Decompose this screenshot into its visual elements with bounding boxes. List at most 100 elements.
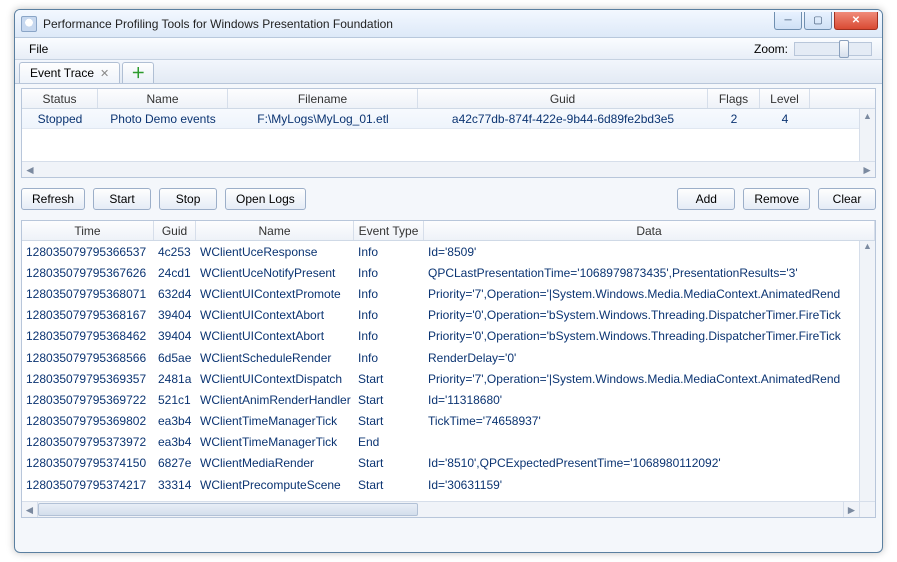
event-data: RenderDelay='0' — [424, 351, 859, 365]
app-icon — [21, 16, 37, 32]
event-guid: 632d4 — [154, 287, 196, 301]
event-type: Start — [354, 456, 424, 470]
event-type: Info — [354, 245, 424, 259]
event-data: Id='8509' — [424, 245, 859, 259]
col-name[interactable]: Name — [98, 89, 228, 108]
events-vertical-scrollbar[interactable]: ▲ — [859, 241, 875, 501]
event-type: End — [354, 435, 424, 449]
app-window: Performance Profiling Tools for Windows … — [14, 9, 883, 553]
event-guid: 39404 — [154, 308, 196, 322]
plus-icon: ＋ — [131, 63, 145, 83]
events-panel: Time Guid Name Event Type Data 128035079… — [21, 220, 876, 518]
event-row[interactable]: 1280350797953693572481aWClientUIContextD… — [22, 368, 859, 389]
event-name: WClientUceNotifyPresent — [196, 266, 354, 280]
event-guid: ea3b4 — [154, 414, 196, 428]
scroll-track[interactable] — [38, 502, 843, 517]
event-row[interactable]: 12803507979536816739404WClientUIContextA… — [22, 305, 859, 326]
trace-horizontal-scrollbar[interactable]: ◄ ► — [22, 161, 875, 177]
event-row[interactable]: 1280350797953685666d5aeWClientScheduleRe… — [22, 347, 859, 368]
col-status[interactable]: Status — [22, 89, 98, 108]
tab-add-button[interactable]: ＋ — [122, 62, 154, 83]
event-row[interactable]: 128035079795369802ea3b4WClientTimeManage… — [22, 411, 859, 432]
trace-name: Photo Demo events — [98, 112, 228, 126]
event-row[interactable]: 128035079795373972ea3b4WClientTimeManage… — [22, 432, 859, 453]
tab-event-trace[interactable]: Event Trace ✕ — [19, 62, 120, 83]
maximize-button[interactable]: ▢ — [804, 12, 832, 30]
event-guid: 6827e — [154, 456, 196, 470]
event-time: 128035079795374150 — [22, 456, 154, 470]
trace-row[interactable]: Stopped Photo Demo events F:\MyLogs\MyLo… — [22, 109, 875, 129]
event-type: Start — [354, 478, 424, 492]
event-data: Priority='0',Operation='bSystem.Windows.… — [424, 329, 859, 343]
col-name[interactable]: Name — [196, 221, 354, 240]
col-guid[interactable]: Guid — [154, 221, 196, 240]
event-time: 128035079795369802 — [22, 414, 154, 428]
event-name: WClientUIContextAbort — [196, 329, 354, 343]
event-type: Info — [354, 287, 424, 301]
event-time: 128035079795368167 — [22, 308, 154, 322]
event-row[interactable]: 1280350797953665374c253WClientUceRespons… — [22, 241, 859, 262]
event-guid: 33314 — [154, 478, 196, 492]
add-button[interactable]: Add — [677, 188, 735, 210]
close-button[interactable]: ✕ — [834, 12, 878, 30]
minimize-button[interactable]: ─ — [774, 12, 802, 30]
col-filename[interactable]: Filename — [228, 89, 418, 108]
trace-list-panel: Status Name Filename Guid Flags Level St… — [21, 88, 876, 178]
event-row[interactable]: 12803507979536762624cd1WClientUceNotifyP… — [22, 262, 859, 283]
event-guid: 4c253 — [154, 245, 196, 259]
scroll-up-icon[interactable]: ▲ — [860, 109, 875, 123]
event-guid: 2481a — [154, 372, 196, 386]
clear-button[interactable]: Clear — [818, 188, 876, 210]
scroll-left-icon[interactable]: ◄ — [22, 502, 38, 517]
event-row[interactable]: 128035079795369722521c1WClientAnimRender… — [22, 389, 859, 410]
events-body[interactable]: 1280350797953665374c253WClientUceRespons… — [22, 241, 859, 501]
col-guid[interactable]: Guid — [418, 89, 708, 108]
start-button[interactable]: Start — [93, 188, 151, 210]
event-name: WClientMediaRender — [196, 456, 354, 470]
event-name: WClientTimeManagerTick — [196, 414, 354, 428]
remove-button[interactable]: Remove — [743, 188, 810, 210]
trace-flags: 2 — [708, 112, 760, 126]
menu-file[interactable]: File — [21, 40, 56, 58]
scroll-up-icon[interactable]: ▲ — [860, 241, 875, 255]
scroll-right-icon[interactable]: ► — [843, 502, 859, 517]
event-row[interactable]: 12803507979537421733314WClientPrecompute… — [22, 474, 859, 495]
event-type: Info — [354, 308, 424, 322]
event-time: 128035079795366537 — [22, 245, 154, 259]
stop-button[interactable]: Stop — [159, 188, 217, 210]
event-row[interactable]: 128035079795368071632d4WClientUIContextP… — [22, 283, 859, 304]
col-event-type[interactable]: Event Type — [354, 221, 424, 240]
trace-vertical-scrollbar[interactable]: ▲ — [859, 109, 875, 161]
event-data: Priority='0',Operation='bSystem.Windows.… — [424, 308, 859, 322]
scroll-left-icon[interactable]: ◄ — [24, 163, 36, 177]
open-logs-button[interactable]: Open Logs — [225, 188, 306, 210]
event-time: 128035079795368071 — [22, 287, 154, 301]
trace-grid-header: Status Name Filename Guid Flags Level — [22, 89, 875, 109]
col-time[interactable]: Time — [22, 221, 154, 240]
tab-label: Event Trace — [30, 66, 94, 80]
trace-status: Stopped — [22, 112, 98, 126]
event-name: WClientUceResponse — [196, 245, 354, 259]
event-name: WClientUIContextDispatch — [196, 372, 354, 386]
event-data: Priority='7',Operation='|System.Windows.… — [424, 372, 859, 386]
event-time: 128035079795374217 — [22, 478, 154, 492]
zoom-slider-thumb[interactable] — [839, 40, 849, 58]
refresh-button[interactable]: Refresh — [21, 188, 85, 210]
scroll-thumb[interactable] — [38, 503, 418, 516]
event-guid: ea3b4 — [154, 435, 196, 449]
event-data: Id='11318680' — [424, 393, 859, 407]
scroll-right-icon[interactable]: ► — [861, 163, 873, 177]
trace-guid: a42c77db-874f-422e-9b44-6d89fe2bd3e5 — [418, 112, 708, 126]
col-level[interactable]: Level — [760, 89, 810, 108]
event-type: Info — [354, 266, 424, 280]
tab-close-icon[interactable]: ✕ — [100, 67, 109, 80]
event-row[interactable]: 1280350797953741506827eWClientMediaRende… — [22, 453, 859, 474]
zoom-slider[interactable] — [794, 42, 872, 56]
event-time: 128035079795367626 — [22, 266, 154, 280]
event-row[interactable]: 12803507979536846239404WClientUIContextA… — [22, 326, 859, 347]
titlebar[interactable]: Performance Profiling Tools for Windows … — [15, 10, 882, 38]
col-flags[interactable]: Flags — [708, 89, 760, 108]
events-horizontal-scrollbar[interactable]: ◄ ► — [22, 501, 859, 517]
col-data[interactable]: Data — [424, 221, 875, 240]
event-type: Start — [354, 414, 424, 428]
